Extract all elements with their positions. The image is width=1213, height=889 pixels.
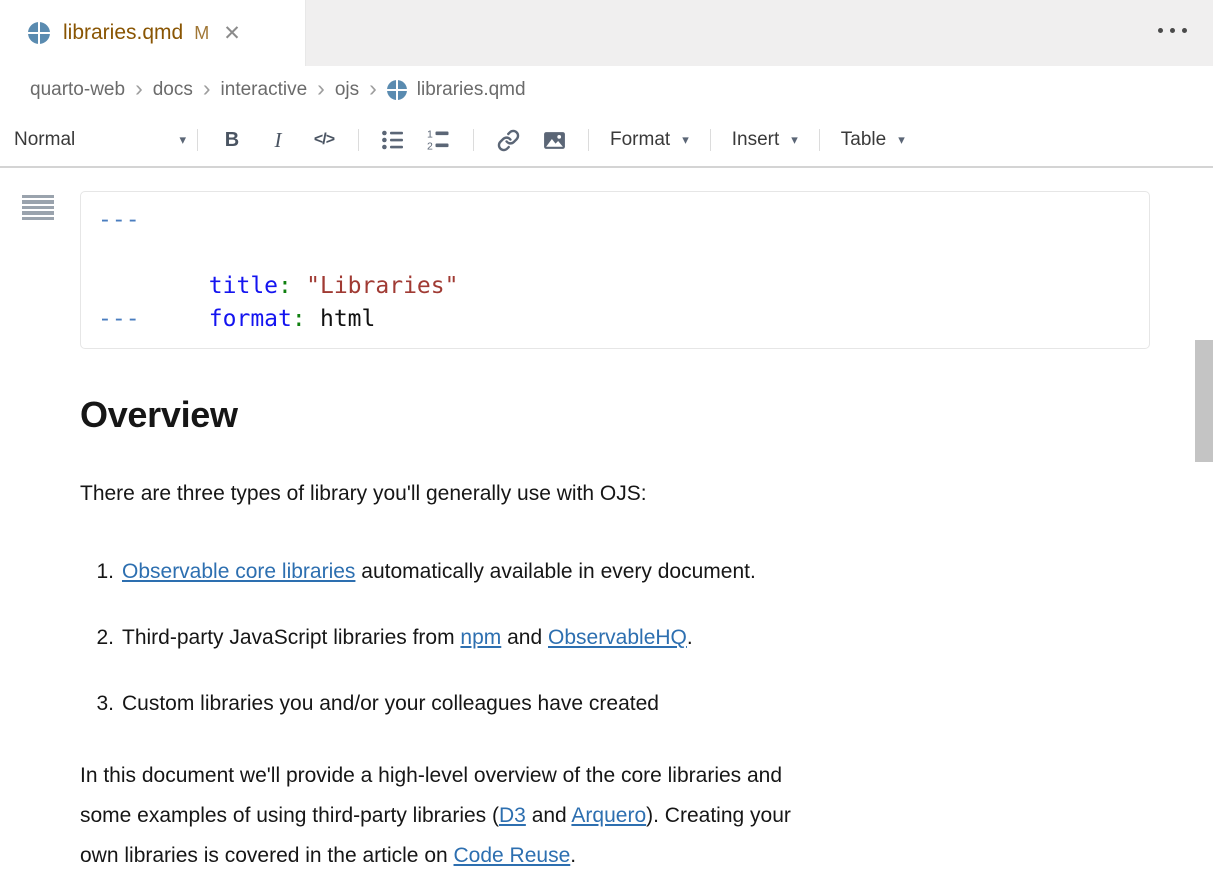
breadcrumb-item-ojs[interactable]: ojs <box>335 79 359 101</box>
paragraph-text-segment: In this document we'll provide a high-le… <box>80 764 782 787</box>
library-types-list: 1. Observable core libraries automatical… <box>80 552 1150 724</box>
yaml-colon: : <box>278 273 292 299</box>
list-item-text: Third-party JavaScript libraries from np… <box>122 618 693 658</box>
quarto-icon <box>28 22 50 44</box>
link-button[interactable] <box>485 122 531 158</box>
link-observable-core-libraries[interactable]: Observable core libraries <box>122 560 355 583</box>
breadcrumb-item-docs[interactable]: docs <box>153 79 193 101</box>
toolbar-divider <box>358 129 359 151</box>
breadcrumb: quarto-web › docs › interactive › ojs › … <box>0 66 1213 114</box>
breadcrumb-item-quarto-web[interactable]: quarto-web <box>30 79 125 101</box>
link-icon <box>497 129 520 152</box>
format-menu[interactable]: Format ▾ <box>600 129 699 151</box>
numbered-list-icon: 1 2 <box>427 128 451 152</box>
bold-icon: B <box>225 129 239 152</box>
svg-text:1: 1 <box>427 129 433 141</box>
list-item-text-segment: automatically available in every documen… <box>355 560 755 583</box>
closing-paragraph: In this document we'll provide a high-le… <box>80 756 1150 876</box>
bullet-list-button[interactable] <box>370 122 416 158</box>
link-d3[interactable]: D3 <box>499 804 526 827</box>
chevron-down-icon: ▾ <box>179 132 186 148</box>
list-number: 1. <box>80 552 122 592</box>
format-menu-label: Format <box>610 129 670 151</box>
chevron-down-icon: ▾ <box>791 132 798 148</box>
list-item-2: 2. Third-party JavaScript libraries from… <box>80 618 1150 658</box>
svg-text:2: 2 <box>427 141 433 153</box>
yaml-key-format: format <box>209 306 292 332</box>
italic-button[interactable]: I <box>255 122 301 158</box>
chevron-down-icon: ▾ <box>682 132 689 148</box>
close-icon[interactable]: ✕ <box>223 23 241 44</box>
list-item-text-segment: Third-party JavaScript libraries from <box>122 626 460 649</box>
image-button[interactable] <box>531 122 577 158</box>
table-menu[interactable]: Table ▾ <box>831 129 915 151</box>
toolbar-divider <box>819 129 820 151</box>
drag-handle-icon[interactable] <box>20 193 56 222</box>
chevron-right-icon: › <box>369 77 377 103</box>
link-npm[interactable]: npm <box>460 626 501 649</box>
yaml-delimiter: --- <box>98 207 140 233</box>
paragraph-text-segment: . <box>570 844 576 867</box>
heading-overview: Overview <box>80 394 1150 436</box>
image-icon <box>542 128 567 153</box>
link-arquero[interactable]: Arquero <box>571 804 646 827</box>
tab-title: libraries.qmd <box>63 21 183 45</box>
chevron-right-icon: › <box>203 77 211 103</box>
chevron-right-icon: › <box>317 77 325 103</box>
visual-editor-window: libraries.qmd M ✕ quarto-web › docs › in… <box>0 0 1213 889</box>
list-number: 2. <box>80 618 122 658</box>
list-item-text: Observable core libraries automatically … <box>122 552 756 592</box>
toolbar-divider <box>473 129 474 151</box>
breadcrumb-item-file[interactable]: libraries.qmd <box>417 79 526 101</box>
yaml-colon: : <box>292 306 306 332</box>
link-code-reuse[interactable]: Code Reuse <box>454 844 571 867</box>
chevron-down-icon: ▾ <box>898 132 905 148</box>
bullet-list-icon <box>381 128 405 152</box>
tab-libraries-qmd[interactable]: libraries.qmd M ✕ <box>0 0 306 66</box>
yaml-front-matter-block[interactable]: --- title:"Libraries" format:html --- <box>80 191 1150 349</box>
toolbar-divider <box>197 129 198 151</box>
insert-menu-label: Insert <box>732 129 780 151</box>
yaml-delimiter: --- <box>98 306 140 332</box>
code-icon: </> <box>314 131 334 149</box>
list-item-1: 1. Observable core libraries automatical… <box>80 552 1150 592</box>
paragraph-style-dropdown[interactable]: Normal ▾ <box>14 129 186 151</box>
italic-icon: I <box>275 128 282 153</box>
toolbar-divider <box>588 129 589 151</box>
list-item-text: Custom libraries you and/or your colleag… <box>122 684 659 724</box>
scrollbar-thumb[interactable] <box>1195 340 1213 462</box>
paragraph-text-segment: own libraries is covered in the article … <box>80 844 454 867</box>
paragraph-text-segment: some examples of using third-party libra… <box>80 804 499 827</box>
yaml-key-title: title <box>209 273 278 299</box>
link-observablehq[interactable]: ObservableHQ <box>548 626 687 649</box>
numbered-list-button[interactable]: 1 2 <box>416 122 462 158</box>
code-button[interactable]: </> <box>301 122 347 158</box>
list-item-3: 3. Custom libraries you and/or your coll… <box>80 684 1150 724</box>
intro-paragraph: There are three types of library you'll … <box>80 474 1150 514</box>
vertical-scrollbar[interactable] <box>1195 340 1213 889</box>
list-item-text-segment: . <box>687 626 693 649</box>
paragraph-style-value: Normal <box>14 129 75 151</box>
more-actions-icon[interactable] <box>1158 28 1187 33</box>
yaml-value-format: html <box>306 306 376 332</box>
format-toolbar: Normal ▾ B I </> <box>0 114 1213 168</box>
bold-button[interactable]: B <box>209 122 255 158</box>
yaml-value-title: "Libraries" <box>292 273 459 299</box>
insert-menu[interactable]: Insert ▾ <box>722 129 808 151</box>
tab-bar: libraries.qmd M ✕ <box>0 0 1213 66</box>
breadcrumb-item-interactive[interactable]: interactive <box>221 79 308 101</box>
paragraph-text-segment: and <box>526 804 572 827</box>
chevron-right-icon: › <box>135 77 143 103</box>
paragraph-text-segment: ). Creating your <box>646 804 791 827</box>
modified-badge: M <box>194 23 209 44</box>
table-menu-label: Table <box>841 129 886 151</box>
quarto-icon <box>387 80 407 100</box>
toolbar-divider <box>710 129 711 151</box>
list-number: 3. <box>80 684 122 724</box>
list-item-text-segment: and <box>501 626 548 649</box>
document-editor[interactable]: --- title:"Libraries" format:html --- Ov… <box>0 168 1213 889</box>
